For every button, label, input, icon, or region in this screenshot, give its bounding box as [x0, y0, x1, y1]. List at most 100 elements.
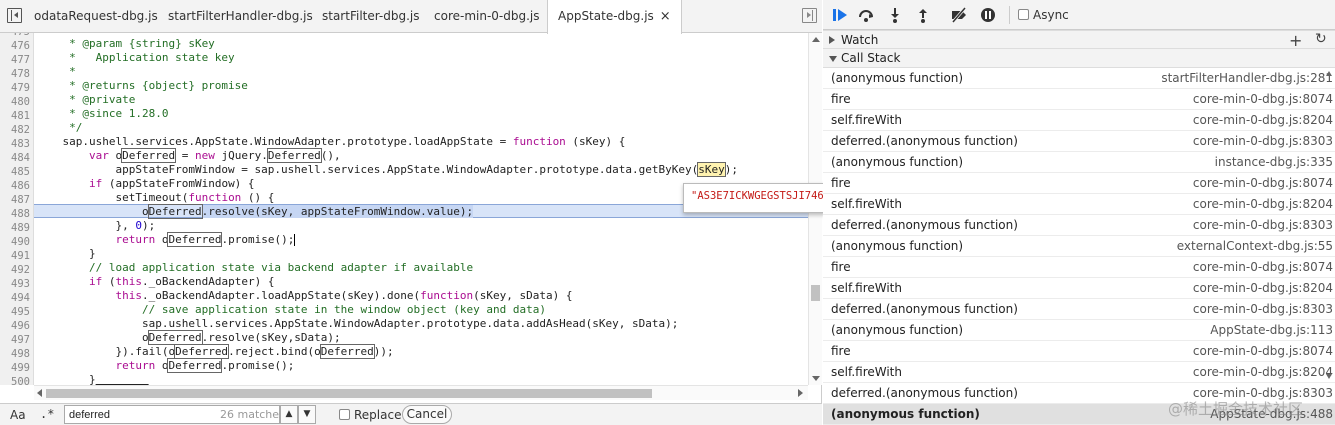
- pause-on-exceptions-icon[interactable]: [979, 6, 997, 24]
- line-number[interactable]: 487: [0, 193, 30, 207]
- line-number[interactable]: 476: [0, 39, 30, 53]
- frame-location[interactable]: externalContext-dbg.js:55: [1177, 239, 1333, 253]
- line-number[interactable]: 496: [0, 319, 30, 333]
- line-number[interactable]: 499: [0, 361, 30, 375]
- line-number[interactable]: 490: [0, 235, 30, 249]
- line-number[interactable]: 483: [0, 137, 30, 151]
- call-frame[interactable]: (anonymous function) instance-dbg.js:335: [823, 152, 1335, 173]
- scroll-thumb[interactable]: [46, 389, 652, 398]
- next-match-button[interactable]: ▼: [298, 405, 316, 424]
- frame-location[interactable]: startFilterHandler-dbg.js:281: [1161, 71, 1333, 85]
- horizontal-scrollbar[interactable]: [34, 385, 808, 400]
- scroll-down-icon[interactable]: [812, 376, 820, 381]
- line-number[interactable]: 477: [0, 53, 30, 67]
- line-number[interactable]: 492: [0, 263, 30, 277]
- line-number[interactable]: 482: [0, 123, 30, 137]
- frame-location[interactable]: core-min-0-dbg.js:8303: [1193, 134, 1333, 148]
- frame-location[interactable]: instance-dbg.js:335: [1215, 155, 1333, 169]
- line-number[interactable]: 485: [0, 165, 30, 179]
- line-number[interactable]: 498: [0, 347, 30, 361]
- line-number[interactable]: 493: [0, 277, 30, 291]
- scroll-up-icon[interactable]: [1326, 71, 1332, 76]
- line-number[interactable]: 497: [0, 333, 30, 347]
- regex-toggle[interactable]: .*: [40, 407, 54, 421]
- code-line: if (this._oBackendAdapter) {: [88, 275, 275, 288]
- scroll-right-icon[interactable]: [798, 389, 803, 397]
- match-case-toggle[interactable]: Aa: [10, 408, 26, 422]
- frame-function: deferred.(anonymous function): [831, 218, 1018, 232]
- line-number[interactable]: 481: [0, 109, 30, 123]
- call-frame[interactable]: deferred.(anonymous function) core-min-0-…: [823, 131, 1335, 152]
- frame-location[interactable]: core-min-0-dbg.js:8074: [1193, 260, 1333, 274]
- code-line: }: [36, 247, 96, 260]
- call-frame[interactable]: self.fireWith core-min-0-dbg.js:8204: [823, 362, 1335, 383]
- call-frame[interactable]: deferred.(anonymous function) core-min-0-…: [823, 299, 1335, 320]
- call-frame[interactable]: self.fireWith core-min-0-dbg.js:8204: [823, 278, 1335, 299]
- call-frame[interactable]: (anonymous function) startFilterHandler-d…: [823, 68, 1335, 89]
- step-into-icon[interactable]: [886, 6, 904, 24]
- line-number[interactable]: 489: [0, 221, 30, 235]
- step-over-icon[interactable]: [857, 6, 875, 24]
- line-number[interactable]: 479: [0, 81, 30, 95]
- frame-function: deferred.(anonymous function): [831, 386, 1018, 400]
- line-gutter[interactable]: 4754764774784794804814824834844854864874…: [0, 33, 34, 385]
- line-number[interactable]: 484: [0, 151, 30, 165]
- line-number[interactable]: 494: [0, 291, 30, 305]
- frame-location[interactable]: core-min-0-dbg.js:8303: [1193, 218, 1333, 232]
- frame-location[interactable]: core-min-0-dbg.js:8204: [1193, 197, 1333, 211]
- tab-startfilter[interactable]: startFilter-dbg.js: [312, 0, 429, 33]
- async-label: Async: [1033, 8, 1069, 22]
- close-tab-icon[interactable]: ×: [660, 0, 671, 33]
- frame-location[interactable]: core-min-0-dbg.js:8074: [1193, 92, 1333, 106]
- scroll-left-icon[interactable]: [37, 389, 42, 397]
- code-line: return oDeferred.promise();: [115, 232, 296, 247]
- tab-startfilterhandler[interactable]: startFilterHandler-dbg.js: [158, 0, 323, 33]
- scroll-thumb[interactable]: [811, 285, 820, 301]
- call-frame[interactable]: fire core-min-0-dbg.js:8074: [823, 341, 1335, 362]
- toggle-debugger-sidebar-icon[interactable]: [802, 8, 817, 23]
- frame-location[interactable]: core-min-0-dbg.js:8204: [1193, 113, 1333, 127]
- async-checkbox[interactable]: [1018, 9, 1029, 20]
- replace-checkbox[interactable]: [339, 409, 350, 420]
- tab-odatarequest[interactable]: odataRequest-dbg.js: [24, 0, 168, 33]
- call-frame[interactable]: (anonymous function) externalContext-dbg.…: [823, 236, 1335, 257]
- call-frame[interactable]: self.fireWith core-min-0-dbg.js:8204: [823, 194, 1335, 215]
- line-number[interactable]: 491: [0, 249, 30, 263]
- tab-core-min[interactable]: core-min-0-dbg.js: [424, 0, 550, 33]
- call-frame[interactable]: fire core-min-0-dbg.js:8074: [823, 89, 1335, 110]
- line-number[interactable]: 500: [0, 375, 30, 385]
- toggle-navigator-icon[interactable]: [7, 8, 22, 23]
- line-number[interactable]: 495: [0, 305, 30, 319]
- refresh-icon[interactable]: ↻: [1315, 31, 1327, 47]
- call-stack-scrollbar[interactable]: [1323, 68, 1335, 425]
- watch-section-header[interactable]: Watch + ↻: [823, 30, 1335, 50]
- frame-location[interactable]: AppState-dbg.js:113: [1210, 323, 1333, 337]
- call-frame[interactable]: (anonymous function) AppState-dbg.js:113: [823, 320, 1335, 341]
- call-frame[interactable]: deferred.(anonymous function) core-min-0-…: [823, 215, 1335, 236]
- step-out-icon[interactable]: [914, 6, 932, 24]
- cancel-button[interactable]: Cancel: [402, 405, 452, 424]
- frame-location[interactable]: core-min-0-dbg.js:8074: [1193, 344, 1333, 358]
- line-number[interactable]: 478: [0, 67, 30, 81]
- call-stack-section-header[interactable]: Call Stack: [823, 49, 1335, 68]
- call-frame[interactable]: fire core-min-0-dbg.js:8074: [823, 173, 1335, 194]
- call-frame[interactable]: self.fireWith core-min-0-dbg.js:8204: [823, 110, 1335, 131]
- resume-icon[interactable]: [831, 6, 849, 24]
- match-count: 26 matches: [220, 408, 285, 421]
- scroll-up-icon[interactable]: [812, 37, 820, 42]
- scroll-down-icon[interactable]: [1326, 374, 1332, 379]
- call-frame[interactable]: fire core-min-0-dbg.js:8074: [823, 257, 1335, 278]
- line-number[interactable]: 486: [0, 179, 30, 193]
- line-number[interactable]: 488: [0, 207, 30, 221]
- frame-location[interactable]: core-min-0-dbg.js:8074: [1193, 176, 1333, 190]
- tab-appstate[interactable]: AppState-dbg.js ×: [547, 0, 682, 34]
- code-line: }).fail(oDeferred.reject.bind(oDeferred)…: [36, 344, 394, 359]
- code-line: sap.ushell.services.AppState.WindowAdapt…: [36, 135, 626, 148]
- add-watch-icon[interactable]: +: [1289, 31, 1302, 50]
- frame-location[interactable]: core-min-0-dbg.js:8303: [1193, 302, 1333, 316]
- line-number[interactable]: 480: [0, 95, 30, 109]
- frame-location[interactable]: core-min-0-dbg.js:8204: [1193, 281, 1333, 295]
- previous-match-button[interactable]: ▲: [280, 405, 298, 424]
- deactivate-breakpoints-icon[interactable]: [950, 6, 968, 24]
- frame-location[interactable]: core-min-0-dbg.js:8204: [1193, 365, 1333, 379]
